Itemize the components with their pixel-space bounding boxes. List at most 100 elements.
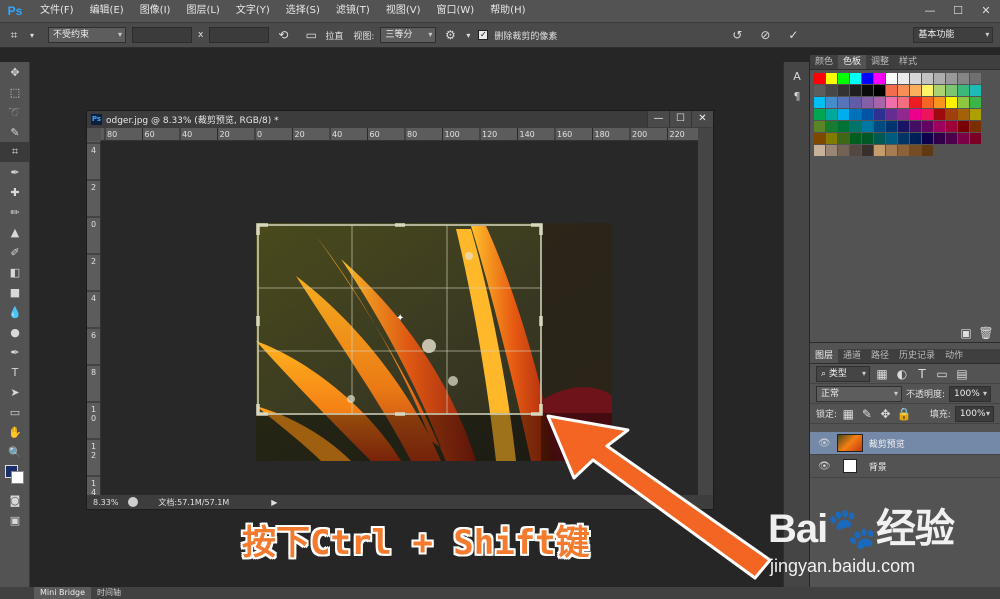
crop-tool-icon[interactable]: ⌗ — [6, 28, 22, 43]
color-swatch[interactable] — [958, 97, 969, 108]
color-swatch[interactable] — [910, 133, 921, 144]
ruler-top[interactable]: 80 60 40 20 0 20 40 60 80 100 120 140 160 180 200 220 — [101, 128, 699, 141]
tab-actions[interactable]: 动作 — [940, 349, 968, 363]
shape-tool-icon[interactable]: ▭ — [0, 402, 30, 422]
tab-swatches[interactable]: 色板 — [838, 55, 867, 69]
color-swatch[interactable] — [910, 145, 921, 156]
color-swatch[interactable] — [874, 109, 885, 120]
gradient-tool-icon[interactable]: ■ — [0, 282, 30, 302]
tab-channels[interactable]: 通道 — [838, 349, 866, 363]
view-select[interactable]: 三等分 — [380, 27, 437, 43]
eye-icon[interactable]: 👁 — [818, 438, 831, 449]
blur-tool-icon[interactable]: 💧 — [0, 302, 30, 322]
color-swatch[interactable] — [970, 73, 981, 84]
paragraph-panel-icon[interactable]: ¶ — [784, 86, 810, 106]
eye-icon[interactable]: 👁 — [818, 461, 831, 472]
blend-mode-select[interactable]: 正常 — [816, 385, 902, 402]
screen-mode-icon[interactable]: ▣ — [0, 510, 30, 530]
status-info-icon[interactable] — [128, 497, 139, 507]
color-swatch[interactable] — [862, 133, 873, 144]
opacity-input[interactable]: 100% — [949, 385, 992, 402]
color-swatch[interactable] — [946, 109, 957, 120]
color-swatch[interactable] — [922, 145, 933, 156]
color-swatch[interactable] — [886, 145, 897, 156]
color-swatch[interactable] — [898, 73, 909, 84]
tab-timeline[interactable]: 时间轴 — [91, 587, 127, 599]
quick-select-tool-icon[interactable]: ✎ — [0, 122, 30, 142]
color-swatch[interactable] — [862, 73, 873, 84]
lock-paint-icon[interactable]: ✎ — [860, 407, 875, 421]
background-color-swatch[interactable] — [11, 471, 24, 484]
color-swatch[interactable] — [814, 73, 825, 84]
swap-icon[interactable]: ⟲ — [275, 28, 291, 42]
stamp-tool-icon[interactable]: ▲ — [0, 222, 30, 242]
color-swatch[interactable] — [970, 97, 981, 108]
color-swatch[interactable] — [910, 85, 921, 96]
color-swatch[interactable] — [934, 85, 945, 96]
color-swatch[interactable] — [934, 133, 945, 144]
filter-adjust-icon[interactable]: ◐ — [894, 367, 910, 381]
color-swatch[interactable] — [910, 73, 921, 84]
color-swatch[interactable] — [862, 85, 873, 96]
menu-select[interactable]: 选择(S) — [278, 0, 328, 22]
lock-all-icon[interactable]: 🔒 — [897, 407, 912, 421]
color-swatch[interactable] — [970, 109, 981, 120]
color-swatch[interactable] — [934, 73, 945, 84]
color-swatch[interactable] — [862, 97, 873, 108]
color-swatch[interactable] — [838, 85, 849, 96]
color-swatch[interactable] — [898, 85, 909, 96]
close-button[interactable]: ✕ — [972, 0, 1000, 22]
color-swatch[interactable] — [814, 85, 825, 96]
color-swatch[interactable] — [850, 97, 861, 108]
zoom-level[interactable]: 8.33% — [93, 498, 118, 507]
color-swatch[interactable] — [874, 85, 885, 96]
color-swatch[interactable] — [922, 85, 933, 96]
color-swatch[interactable] — [862, 121, 873, 132]
canvas-area[interactable]: ✦ — [101, 141, 700, 497]
color-swatch[interactable] — [850, 133, 861, 144]
vertical-scrollbar[interactable] — [698, 128, 713, 497]
color-swatch[interactable] — [886, 73, 897, 84]
trash-icon[interactable]: 🗑 — [978, 326, 994, 340]
lasso-tool-icon[interactable]: ➰ — [0, 102, 30, 122]
color-swatch[interactable] — [838, 145, 849, 156]
doc-close-button[interactable]: ✕ — [691, 111, 713, 127]
doc-minimize-button[interactable]: — — [647, 111, 669, 127]
color-swatch[interactable] — [814, 109, 825, 120]
color-swatch[interactable] — [946, 73, 957, 84]
tab-styles[interactable]: 样式 — [894, 55, 922, 69]
layer-row-crop-preview[interactable]: 👁 裁剪预览 — [810, 432, 1000, 455]
color-swatch[interactable] — [886, 109, 897, 120]
tab-layers[interactable]: 图层 — [810, 349, 839, 363]
color-swatch[interactable] — [898, 97, 909, 108]
chevron-down-icon[interactable]: ▾ — [464, 31, 472, 40]
color-swatch[interactable] — [874, 145, 885, 156]
tab-mini-bridge[interactable]: Mini Bridge — [34, 587, 92, 599]
hand-tool-icon[interactable]: ✋ — [0, 422, 30, 442]
filter-smart-icon[interactable]: ▤ — [954, 367, 970, 381]
menu-file[interactable]: 文件(F) — [32, 0, 82, 22]
reset-icon[interactable]: ↺ — [729, 28, 745, 42]
minimize-button[interactable]: — — [916, 0, 944, 22]
color-swatch[interactable] — [898, 133, 909, 144]
color-swatch[interactable] — [898, 145, 909, 156]
color-swatch[interactable] — [934, 121, 945, 132]
healing-tool-icon[interactable]: ✚ — [0, 182, 30, 202]
height-field[interactable] — [209, 27, 270, 43]
color-swatch[interactable] — [958, 133, 969, 144]
color-swatch[interactable] — [862, 145, 873, 156]
type-tool-icon[interactable]: T — [0, 362, 30, 382]
eraser-tool-icon[interactable]: ◧ — [0, 262, 30, 282]
color-swatch[interactable] — [874, 121, 885, 132]
layer-kind-select[interactable]: ⌕ 类型 — [816, 365, 870, 382]
color-swatch[interactable] — [958, 85, 969, 96]
color-swatch[interactable] — [826, 97, 837, 108]
maximize-button[interactable]: ☐ — [944, 0, 972, 22]
photo-canvas[interactable]: ✦ — [101, 141, 700, 497]
color-swatch[interactable] — [838, 121, 849, 132]
filter-pixel-icon[interactable]: ▦ — [874, 367, 890, 381]
color-swatch[interactable] — [850, 109, 861, 120]
ruler-left[interactable]: 4202468101214 — [87, 141, 101, 497]
lock-transparent-icon[interactable]: ▦ — [841, 407, 856, 421]
color-swatch[interactable] — [826, 121, 837, 132]
